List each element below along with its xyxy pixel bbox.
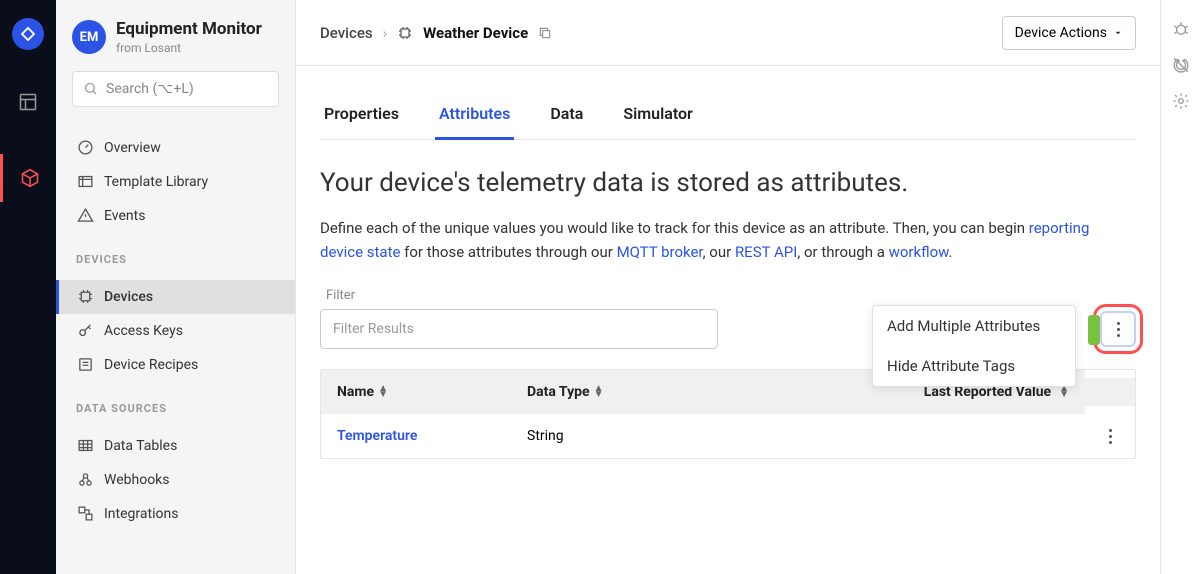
sidebar-item-devices[interactable]: Devices <box>56 280 295 314</box>
right-rail <box>1160 0 1200 574</box>
filter-input[interactable] <box>320 309 718 349</box>
link-rest-api[interactable]: REST API <box>735 243 797 261</box>
sidebar: EM Equipment Monitor from Losant Search … <box>56 0 296 574</box>
sort-icon: ▲▼ <box>594 386 604 398</box>
app-header: EM Equipment Monitor from Losant <box>56 0 295 71</box>
alert-icon <box>76 207 94 225</box>
link-mqtt-broker[interactable]: MQTT broker <box>617 243 703 261</box>
filter-row: Add Multiple Attributes Hide Attribute T… <box>320 309 1136 349</box>
gear-icon[interactable] <box>1172 92 1190 110</box>
more-actions-menu: Add Multiple Attributes Hide Attribute T… <box>872 305 1076 387</box>
search-placeholder: Search (⌥+L) <box>106 81 194 97</box>
rail-devices-icon[interactable] <box>0 154 56 202</box>
search-input[interactable]: Search (⌥+L) <box>72 71 279 107</box>
chevron-down-icon <box>1113 28 1123 38</box>
main: Devices › Weather Device Device Actions … <box>296 0 1160 574</box>
attribute-name-link[interactable]: Temperature <box>337 428 417 444</box>
tab-properties[interactable]: Properties <box>320 94 403 139</box>
attribute-data-type: String <box>511 414 701 458</box>
sidebar-item-device-recipes[interactable]: Device Recipes <box>56 348 295 382</box>
table-row: Temperature String <box>321 414 1135 458</box>
attribute-last-value <box>701 422 1085 450</box>
app-subtitle: from Losant <box>116 41 262 55</box>
more-actions-button[interactable] <box>1100 311 1136 347</box>
gauge-icon <box>76 139 94 157</box>
breadcrumb-root[interactable]: Devices <box>320 24 373 42</box>
kebab-icon <box>1117 322 1120 337</box>
sidebar-item-label: Access Keys <box>104 323 183 339</box>
column-header-actions <box>1085 378 1135 406</box>
tabs: Properties Attributes Data Simulator <box>320 94 1136 140</box>
copy-icon[interactable] <box>538 26 552 40</box>
recipe-icon <box>76 356 94 374</box>
sidebar-item-label: Integrations <box>104 506 178 522</box>
sort-icon: ▲▼ <box>378 386 388 398</box>
sidebar-item-template-library[interactable]: Template Library <box>56 165 295 199</box>
sidebar-item-overview[interactable]: Overview <box>56 131 295 165</box>
menu-hide-attribute-tags[interactable]: Hide Attribute Tags <box>873 346 1075 386</box>
sidebar-item-label: Webhooks <box>104 472 170 488</box>
table-icon <box>76 437 94 455</box>
sidebar-heading-devices: DEVICES <box>56 241 295 272</box>
sidebar-item-webhooks[interactable]: Webhooks <box>56 463 295 497</box>
column-header-data-type[interactable]: Data Type ▲▼ <box>511 370 701 414</box>
breadcrumb-sep: › <box>383 24 388 42</box>
menu-add-multiple-attributes[interactable]: Add Multiple Attributes <box>873 306 1075 346</box>
sidebar-item-label: Events <box>104 208 145 224</box>
integration-icon <box>76 505 94 523</box>
column-header-name[interactable]: Name ▲▼ <box>321 370 511 414</box>
filter-label: Filter <box>326 288 1136 303</box>
app-badge: EM <box>72 20 106 54</box>
link-workflow[interactable]: workflow <box>889 243 949 261</box>
sidebar-item-integrations[interactable]: Integrations <box>56 497 295 531</box>
row-actions-button[interactable] <box>1101 429 1119 444</box>
device-actions-button[interactable]: Device Actions <box>1002 16 1136 50</box>
page-description: Define each of the unique values you wou… <box>320 216 1136 264</box>
device-actions-label: Device Actions <box>1015 25 1107 41</box>
sidebar-item-data-tables[interactable]: Data Tables <box>56 429 295 463</box>
search-icon <box>83 81 98 96</box>
chip-icon <box>397 25 413 41</box>
icon-rail <box>0 0 56 574</box>
sort-icon: ▲▼ <box>1059 386 1069 398</box>
content: Properties Attributes Data Simulator You… <box>296 66 1160 459</box>
sidebar-item-label: Template Library <box>104 174 208 190</box>
sidebar-item-events[interactable]: Events <box>56 199 295 233</box>
brand-logo[interactable] <box>12 18 44 50</box>
add-attribute-button[interactable] <box>1088 315 1100 345</box>
sidebar-item-label: Overview <box>104 140 161 156</box>
topbar: Devices › Weather Device Device Actions <box>296 0 1160 66</box>
sidebar-heading-data-sources: DATA SOURCES <box>56 390 295 421</box>
webhook-icon <box>76 471 94 489</box>
tab-attributes[interactable]: Attributes <box>435 94 514 140</box>
key-icon <box>76 322 94 340</box>
breadcrumb-current: Weather Device <box>423 24 528 42</box>
breadcrumb: Devices › Weather Device <box>320 24 552 42</box>
chip-icon <box>76 288 94 306</box>
app-title: Equipment Monitor <box>116 20 262 39</box>
sidebar-item-label: Device Recipes <box>104 357 198 373</box>
bug-icon[interactable] <box>1172 20 1190 38</box>
library-icon <box>76 173 94 191</box>
rail-dashboard-icon[interactable] <box>0 78 56 126</box>
sidebar-item-label: Devices <box>104 289 153 305</box>
page-heading: Your device's telemetry data is stored a… <box>320 168 1136 198</box>
tab-data[interactable]: Data <box>546 94 587 139</box>
sidebar-item-access-keys[interactable]: Access Keys <box>56 314 295 348</box>
sidebar-item-label: Data Tables <box>104 438 177 454</box>
tab-simulator[interactable]: Simulator <box>619 94 697 139</box>
power-off-icon[interactable] <box>1172 56 1190 74</box>
